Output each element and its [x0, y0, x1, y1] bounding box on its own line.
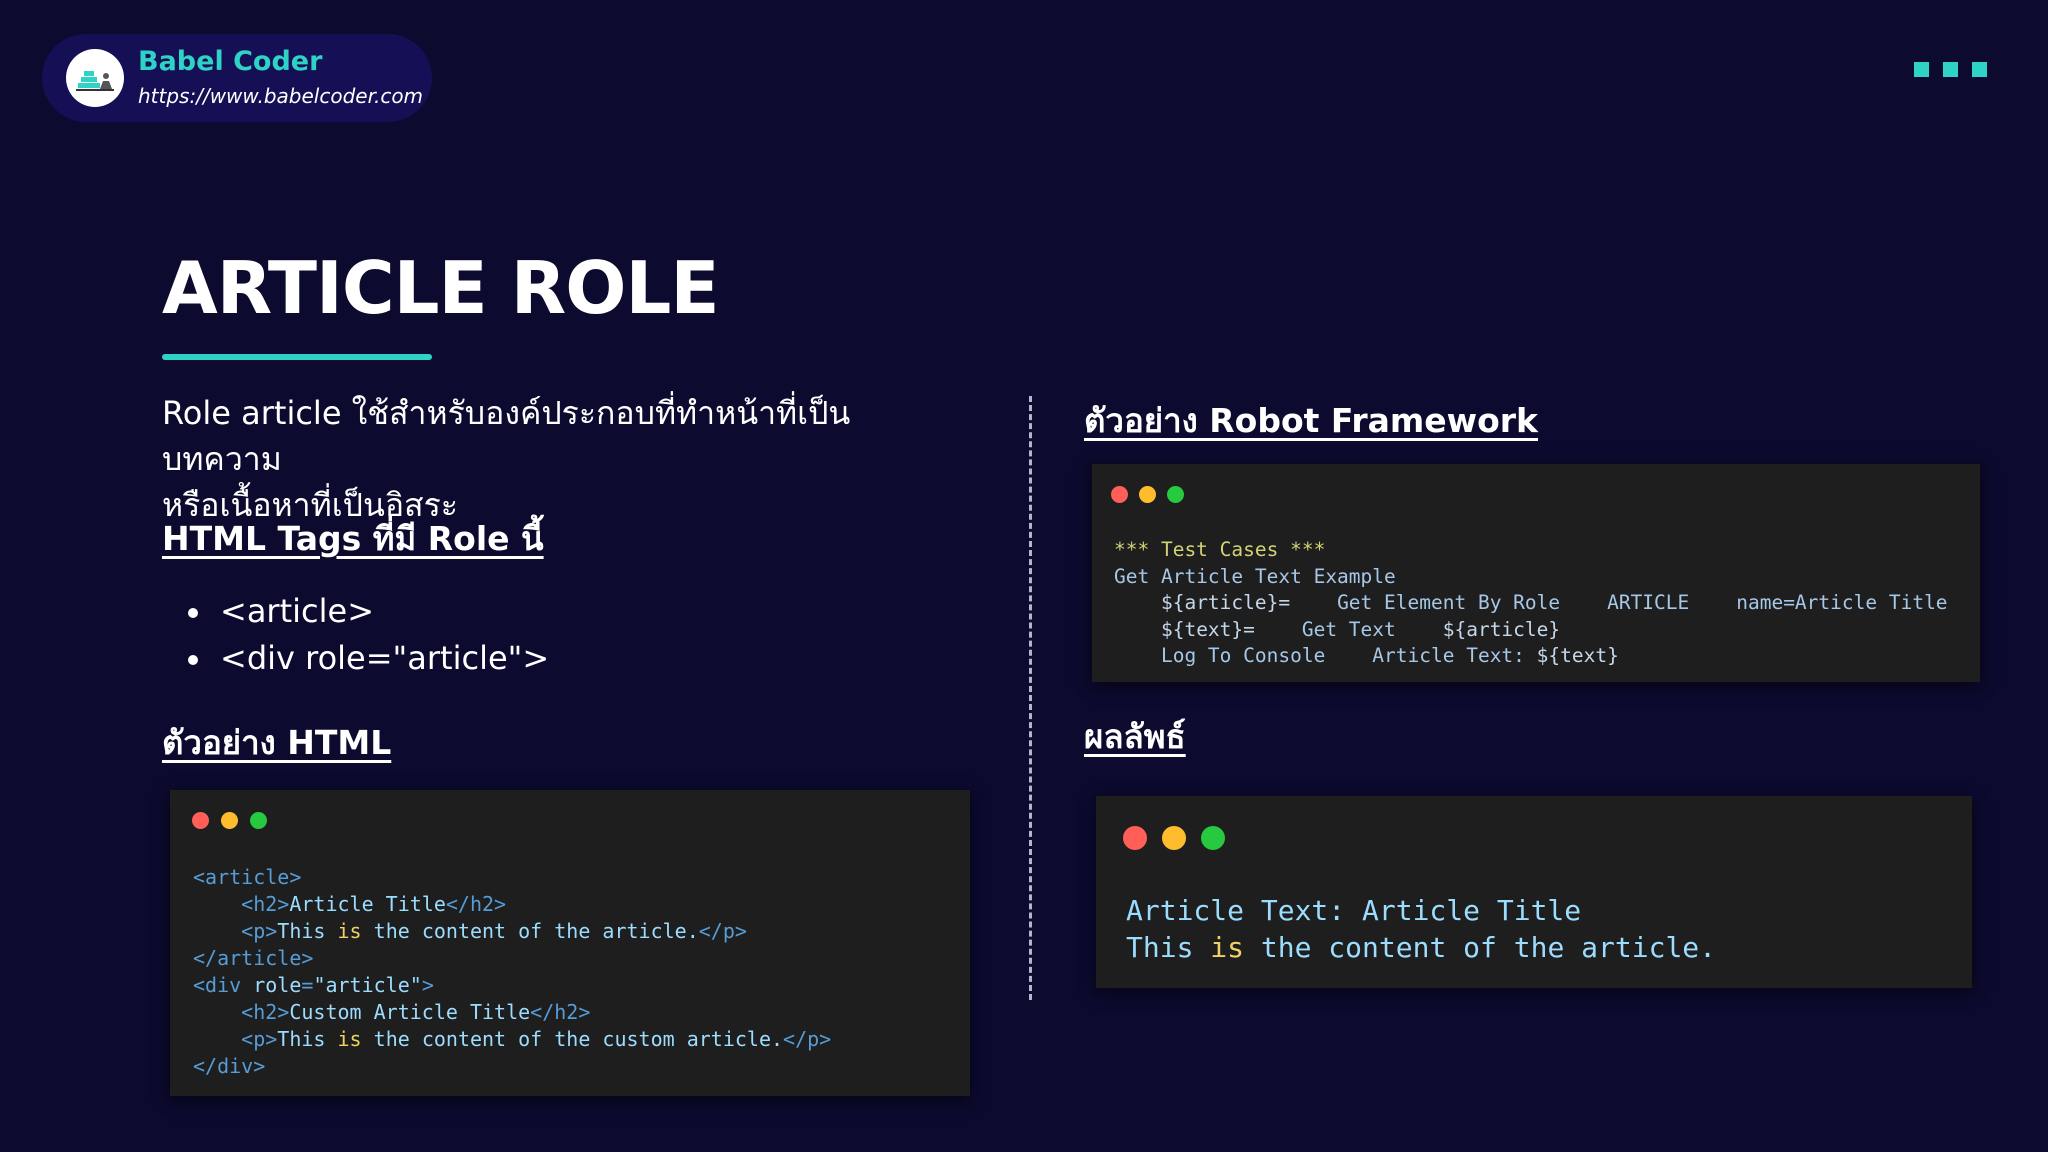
code-token: ${text} [1536, 644, 1619, 667]
code-token: role [253, 973, 302, 997]
code-line: ${text}= Get Text ${article} [1114, 617, 1948, 644]
code-line: Article Text: Article Title [1126, 892, 1716, 929]
menu-square [1972, 62, 1987, 77]
robot-code-block: *** Test Cases *** Get Article Text Examp… [1114, 537, 1948, 670]
description-line: Role article ใช้สำหรับองค์ประกอบที่ทำหน้… [162, 394, 851, 478]
code-token: the content of the custom article. [361, 1027, 784, 1051]
code-token: the content of the article. [361, 919, 699, 943]
code-token: <h2> [241, 1000, 290, 1024]
code-token: is [1210, 931, 1245, 964]
brand-url[interactable]: https://www.babelcoder.com [138, 84, 423, 108]
code-token: the content of the article. [1244, 931, 1717, 964]
code-token: *** Test Cases *** [1114, 538, 1326, 561]
code-token: is [337, 1027, 362, 1051]
code-line: </div> [193, 1053, 831, 1080]
code-line: *** Test Cases *** [1114, 537, 1948, 564]
list-item: <article> [172, 588, 549, 635]
robot-example-heading: ตัวอย่าง Robot Framework [1084, 401, 1539, 440]
code-token: <p> [241, 1027, 278, 1051]
code-token: <h2> [241, 892, 290, 916]
maximize-dot-icon [1201, 826, 1225, 850]
minimize-dot-icon [221, 812, 238, 829]
html-code-window: <article> <h2>Article Title</h2> <p>This… [170, 790, 970, 1096]
minimize-dot-icon [1139, 486, 1156, 503]
html-example-heading: ตัวอย่าง HTML [162, 723, 392, 762]
code-token: Log To Console Article Text: [1160, 644, 1537, 667]
brand-badge[interactable]: Babel Coder https://www.babelcoder.com [42, 34, 432, 122]
list-item: <div role="article"> [172, 635, 549, 682]
code-token: </p> [698, 919, 747, 943]
code-token: Get Text [1254, 617, 1443, 641]
code-token: > [421, 973, 434, 997]
page-title: ARTICLE ROLE [162, 246, 720, 330]
result-heading: ผลลัพธ์ [1084, 717, 1186, 756]
close-dot-icon [1111, 486, 1128, 503]
code-token: Get Element By Role ARTICLE name=Article… [1290, 591, 1948, 614]
minimize-dot-icon [1162, 826, 1186, 850]
tags-list: <article> <div role="article"> [172, 588, 549, 682]
code-token: ${article}= [1160, 591, 1291, 614]
code-token: </article> [193, 946, 314, 970]
code-token: This [1126, 931, 1211, 964]
maximize-dot-icon [1167, 486, 1184, 503]
code-line: <article> [193, 864, 831, 891]
menu-square [1943, 62, 1958, 77]
window-controls [192, 812, 267, 831]
code-line: Log To Console Article Text: ${text} [1114, 643, 1948, 670]
three-squares-menu-icon[interactable] [1914, 62, 2001, 78]
code-line: <p>This is the content of the custom art… [193, 1026, 831, 1053]
code-token: ${text}= [1160, 617, 1255, 641]
menu-square [1914, 62, 1929, 77]
window-controls [1111, 486, 1184, 505]
code-token: </p> [783, 1027, 832, 1051]
code-token: is [337, 919, 362, 943]
maximize-dot-icon [250, 812, 267, 829]
code-token: <p> [241, 919, 278, 943]
result-output-block: Article Text: Article Title This is the c… [1126, 892, 1716, 966]
code-token: Custom Article Title [289, 1000, 531, 1024]
code-line: <h2>Custom Article Title</h2> [193, 999, 831, 1026]
code-line: <p>This is the content of the article.</… [193, 918, 831, 945]
window-controls [1123, 826, 1225, 850]
result-window: Article Text: Article Title This is the c… [1096, 796, 1972, 988]
brand-name: Babel Coder [138, 46, 323, 77]
code-token: </h2> [445, 892, 507, 916]
code-line: <div role="article"> [193, 972, 831, 999]
code-token: ${article} [1442, 617, 1561, 641]
role-description: Role article ใช้สำหรับองค์ประกอบที่ทำหน้… [162, 390, 962, 528]
code-token: = [301, 973, 314, 997]
code-token: Get Article Text Example [1114, 564, 1396, 588]
code-line: Get Article Text Example [1114, 564, 1948, 591]
code-line: ${article}= Get Element By Role ARTICLE … [1114, 590, 1948, 617]
robot-code-window: *** Test Cases *** Get Article Text Examp… [1092, 464, 1980, 682]
code-line: This is the content of the article. [1126, 929, 1716, 966]
column-divider [1029, 396, 1032, 1000]
code-token: "article" [313, 973, 422, 997]
code-token: </h2> [530, 1000, 591, 1024]
code-token: </div> [193, 1054, 266, 1078]
code-line: </article> [193, 945, 831, 972]
code-line: <h2>Article Title</h2> [193, 891, 831, 918]
html-code-block: <article> <h2>Article Title</h2> <p>This… [193, 864, 831, 1080]
title-underline [162, 354, 432, 360]
code-token: Article Title [289, 892, 446, 916]
close-dot-icon [1123, 826, 1147, 850]
code-token: This [277, 919, 338, 943]
close-dot-icon [192, 812, 209, 829]
html-tags-heading: HTML Tags ที่มี Role นี้ [162, 519, 544, 558]
code-token: This [277, 1027, 338, 1051]
code-token: <article> [193, 865, 302, 889]
code-token: <div [193, 973, 254, 997]
babel-coder-logo-icon [66, 49, 124, 107]
code-token: Article Text: Article Title [1126, 894, 1582, 927]
